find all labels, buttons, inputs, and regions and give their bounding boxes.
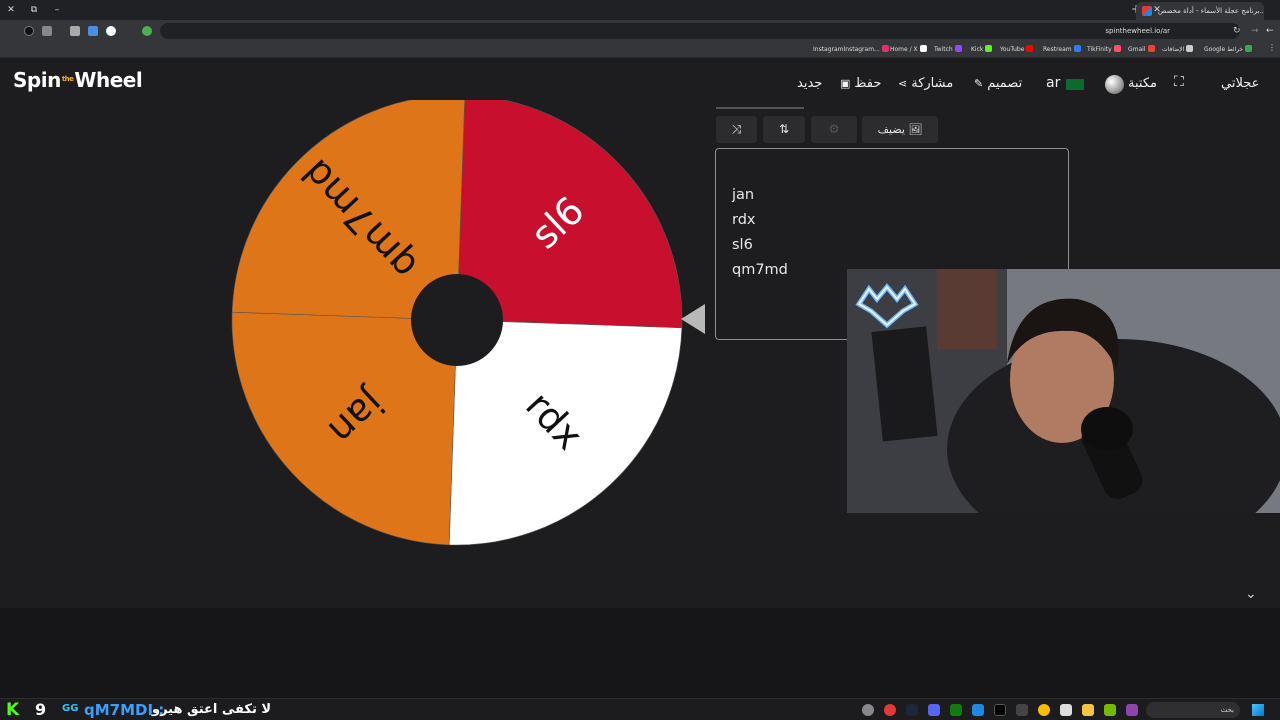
extension-icon[interactable] (142, 26, 152, 36)
extension-icon[interactable] (70, 26, 80, 36)
design-button[interactable]: ✎ تصميم (974, 76, 1022, 91)
extension-icon[interactable] (88, 26, 98, 36)
taskbar-settings-icon[interactable] (862, 704, 874, 716)
xbox-icon[interactable] (950, 704, 962, 716)
spin-wheel[interactable]: sl6rdxjanqm7md (230, 100, 690, 550)
entry-line: sl6 (732, 237, 753, 253)
add-image-label: يضيف (877, 123, 905, 136)
entries-tab-indicator (716, 107, 804, 109)
sort-icon: ⇅ (778, 122, 790, 136)
tikfinity-icon (1113, 45, 1121, 52)
back-icon[interactable]: ← (1266, 26, 1276, 36)
pencil-icon: ✎ (974, 77, 984, 90)
taskbar-app-icon[interactable] (1126, 704, 1138, 716)
forward-icon[interactable]: → (1251, 26, 1261, 36)
instagram-icon (881, 45, 889, 52)
new-button[interactable]: جديد (797, 76, 822, 91)
restream-icon (1073, 45, 1081, 52)
steam-icon[interactable] (906, 704, 918, 716)
save-icon: ▣ (840, 77, 851, 90)
taskbar-app-icon[interactable] (972, 704, 984, 716)
nvidia-icon[interactable] (1104, 704, 1116, 716)
file-explorer-icon[interactable] (1082, 704, 1094, 716)
entry-line: rdx (732, 212, 756, 228)
kick-icon (985, 45, 993, 52)
extension-icon[interactable] (24, 26, 34, 36)
bookmark-tikfinity[interactable]: TikFinity (1087, 45, 1121, 53)
shuffle-button[interactable]: ⤨ (716, 116, 757, 143)
shuffle-icon: ⤨ (731, 122, 742, 136)
bookmark-google-maps[interactable]: Google خرائط (1204, 45, 1253, 53)
taskbar-app-icon[interactable] (1016, 704, 1028, 716)
taskbar: K 9 GG qM7MDI : لا تكفى اعتق هيرو بحث (0, 698, 1280, 720)
tab-title: برنامج عجلة الأسماء - أداة مخصص... (1158, 7, 1264, 15)
fullscreen-icon[interactable]: ⛶ (1174, 74, 1184, 90)
close-window-button[interactable]: ✕ (4, 4, 18, 16)
my-wheels-button[interactable]: عجلاتي (1221, 76, 1259, 91)
bookmark-restream[interactable]: Restream (1043, 45, 1081, 53)
taskbar-search[interactable]: بحث (1146, 702, 1240, 718)
chat-badge: GG (62, 703, 79, 714)
x-icon (919, 45, 927, 52)
chevron-down-icon[interactable]: ⌄ (1245, 586, 1257, 602)
url-text: spinthewheel.io/ar (1105, 27, 1170, 35)
bookmark-gmail[interactable]: Gmail (1128, 45, 1155, 53)
windows-start-icon[interactable] (1252, 704, 1264, 716)
restore-window-button[interactable]: ⧉ (27, 4, 41, 16)
saudi-flag-icon[interactable] (1066, 79, 1084, 90)
reload-icon[interactable]: ↻ (1233, 26, 1243, 36)
tab-close-icon[interactable]: ✕ (1150, 4, 1164, 16)
settings-button[interactable]: ⚙ (811, 116, 857, 143)
webcam-overlay (847, 269, 1280, 513)
bookmark-x[interactable]: Home / X (890, 45, 927, 53)
bookmark-twitch[interactable]: Twitch (934, 45, 962, 53)
extension-icon[interactable] (42, 26, 52, 36)
taskbar-app-icon[interactable] (884, 704, 896, 716)
extensions-icon (1186, 45, 1194, 52)
discord-icon[interactable] (928, 704, 940, 716)
bookmark-kick[interactable]: Kick (971, 45, 993, 53)
share-icon: ⋖ (898, 77, 908, 90)
maps-icon (1245, 45, 1253, 52)
taskbar-app-icon[interactable] (1060, 704, 1072, 716)
address-bar[interactable]: spinthewheel.io/ar (160, 23, 1240, 39)
page-footer-area (0, 608, 1280, 698)
gear-icon: ⚙ (828, 122, 840, 136)
chrome-icon[interactable] (1038, 704, 1050, 716)
chat-message: لا تكفى اعتق هيرو (152, 702, 272, 717)
language-code[interactable]: ar (1046, 75, 1060, 91)
save-button[interactable]: ▣ حفظ (840, 76, 881, 91)
kick-logo-icon: K (6, 700, 20, 720)
library-wheel-icon[interactable] (1105, 75, 1124, 94)
minimize-window-button[interactable]: – (50, 4, 64, 16)
wheel-pointer-icon (681, 304, 705, 334)
share-button[interactable]: ⋖ مشاركة (898, 76, 953, 91)
bookmarks-bar: InstagramInstagram... Home / X Twitch Ki… (0, 42, 1280, 58)
bookmark-extensions[interactable]: الإضافات (1162, 45, 1194, 53)
site-logo[interactable]: SpintheWheel (13, 68, 143, 92)
add-image-button[interactable]: يضيف 🖼 (862, 116, 938, 143)
image-icon: 🖼 (908, 123, 923, 136)
wheel-center-hub[interactable] (411, 274, 503, 366)
entry-line: jan (732, 187, 755, 203)
app-header: SpintheWheel جديد ▣ حفظ ⋖ مشاركة ✎ تصميم ar… (0, 58, 1280, 106)
library-button[interactable]: مكتبة (1128, 76, 1157, 91)
browser-title-bar: ✕ ⧉ – + برنامج عجلة الأسماء - أداة مخصص.… (0, 0, 1280, 20)
browser-toolbar: ☆ spinthewheel.io/ar ↻ → ← (0, 20, 1280, 42)
extension-icon[interactable] (106, 26, 116, 36)
twitch-icon (954, 45, 962, 52)
bookmark-instagram[interactable]: InstagramInstagram... (813, 45, 889, 53)
tiktok-icon[interactable] (994, 704, 1006, 716)
sort-button[interactable]: ⇅ (763, 116, 805, 143)
bookmarks-menu-icon[interactable]: ⋮ (1268, 43, 1276, 52)
viewer-count: 9 (35, 700, 47, 719)
youtube-icon (1026, 45, 1034, 52)
gmail-icon (1147, 45, 1155, 52)
bookmark-youtube[interactable]: YouTube (1000, 45, 1034, 53)
